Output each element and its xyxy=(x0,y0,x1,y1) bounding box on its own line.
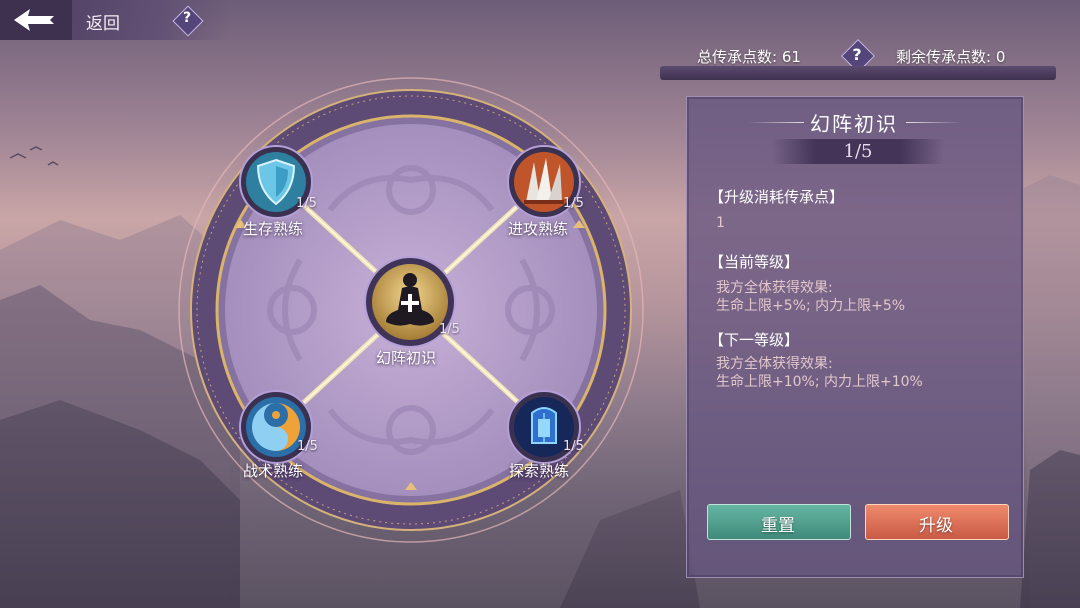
node-survival-name: 生存熟练 xyxy=(243,220,304,238)
node-center-name: 幻阵初识 xyxy=(376,349,437,367)
node-attack-name: 进攻熟练 xyxy=(508,220,569,238)
node-tactics-name: 战术熟练 xyxy=(243,462,304,480)
node-explore-name: 探索熟练 xyxy=(509,462,570,480)
node-center-count: 1/5 xyxy=(439,322,460,337)
node-survival-count: 1/5 xyxy=(296,196,317,211)
node-attack-count: 1/5 xyxy=(563,196,584,211)
node-explore-count: 1/5 xyxy=(563,439,584,454)
skill-wheel xyxy=(178,77,644,543)
node-tactics-count: 1/5 xyxy=(297,439,318,454)
